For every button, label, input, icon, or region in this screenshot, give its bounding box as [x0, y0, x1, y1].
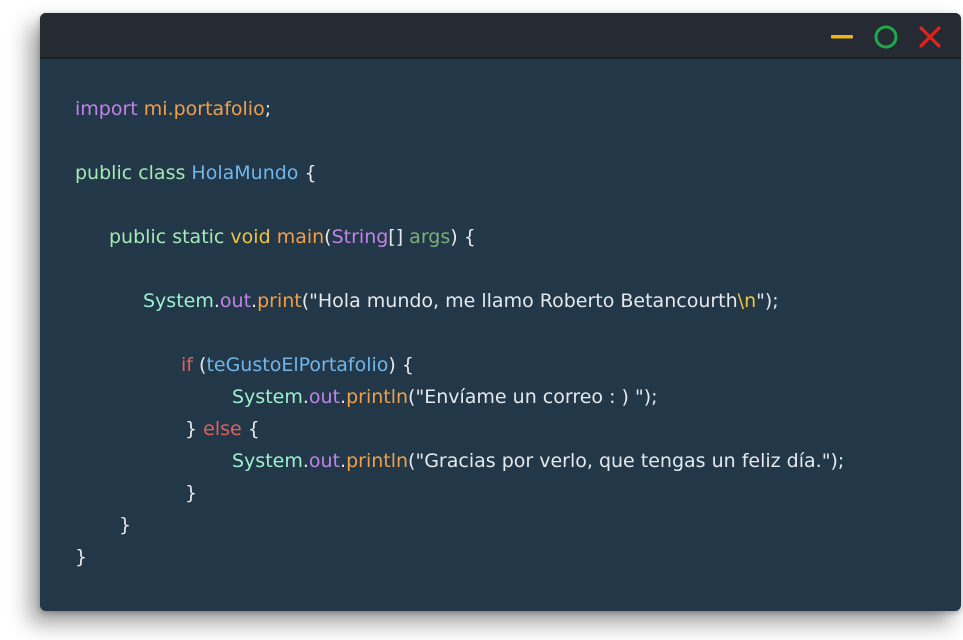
code-area[interactable]: import mi.portafolio; public class HolaM… — [40, 59, 961, 611]
close-paren-semicolon: ); — [830, 450, 845, 472]
array-brackets: [] — [388, 226, 404, 248]
code-line-main-method: public static void main(String[] args) { — [109, 225, 476, 249]
system-class: System — [232, 450, 303, 472]
keyword-public-static: public static — [109, 226, 225, 248]
code-editor-window: import mi.portafolio; public class HolaM… — [40, 13, 961, 611]
close-icon[interactable] — [917, 24, 943, 50]
close-paren-semicolon: ); — [643, 386, 658, 408]
keyword-if: if — [181, 354, 193, 376]
class-name: HolaMundo — [191, 162, 299, 184]
keyword-public-class: public class — [75, 162, 186, 184]
package-name: mi.portafolio — [143, 98, 265, 120]
close-paren-semicolon: ); — [764, 290, 779, 312]
system-class: System — [143, 290, 214, 312]
keyword-import: import — [75, 98, 138, 120]
string-literal: "Hola mundo, me llamo Roberto Betancourt… — [309, 290, 738, 312]
println-method: println — [346, 386, 409, 408]
window-controls — [811, 24, 943, 50]
param-args: args — [409, 226, 451, 248]
println-method: println — [346, 450, 409, 472]
open-brace: { — [247, 418, 260, 440]
code-line-close-class: } — [75, 545, 87, 569]
close-brace: } — [185, 418, 198, 440]
code-line-println-thanks: System.out.println("Gracias por verlo, q… — [232, 449, 844, 473]
code-line-print: System.out.print("Hola mundo, me llamo R… — [143, 289, 779, 313]
string-literal: "Gracias por verlo, que tengas un feliz … — [415, 450, 831, 472]
code-line-import: import mi.portafolio; — [75, 97, 271, 121]
maximize-icon[interactable] — [873, 24, 899, 50]
open-brace: { — [304, 162, 317, 184]
out-field: out — [308, 386, 341, 408]
condition-variable: teGustoElPortafolio — [206, 354, 389, 376]
semicolon: ; — [264, 98, 272, 120]
close-brace: } — [185, 482, 198, 504]
keyword-else: else — [203, 418, 242, 440]
minimize-icon[interactable] — [829, 24, 855, 50]
out-field: out — [308, 450, 341, 472]
code-line-if: if (teGustoElPortafolio) { — [181, 353, 414, 377]
method-name: main — [276, 226, 325, 248]
open-paren: ( — [324, 226, 332, 248]
string-end: " — [756, 290, 765, 312]
print-method: print — [257, 290, 302, 312]
close-brace: } — [75, 546, 88, 568]
title-bar — [40, 13, 961, 59]
code-line-close-main: } — [119, 513, 131, 537]
string-literal: "Envíame un correo : ) " — [415, 386, 644, 408]
open-brace: { — [401, 354, 414, 376]
close-paren: ) — [450, 226, 458, 248]
code-line-close-else: } — [185, 481, 197, 505]
open-brace: { — [463, 226, 476, 248]
code-line-else: } else { — [185, 417, 260, 441]
escape-sequence: \n — [737, 290, 757, 312]
code-line-class-declaration: public class HolaMundo { — [75, 161, 317, 185]
keyword-void: void — [230, 226, 271, 248]
type-string: String — [331, 226, 389, 248]
close-brace: } — [119, 514, 132, 536]
out-field: out — [219, 290, 252, 312]
system-class: System — [232, 386, 303, 408]
close-paren: ) — [388, 354, 396, 376]
code-line-println-email: System.out.println("Envíame un correo : … — [232, 385, 658, 409]
